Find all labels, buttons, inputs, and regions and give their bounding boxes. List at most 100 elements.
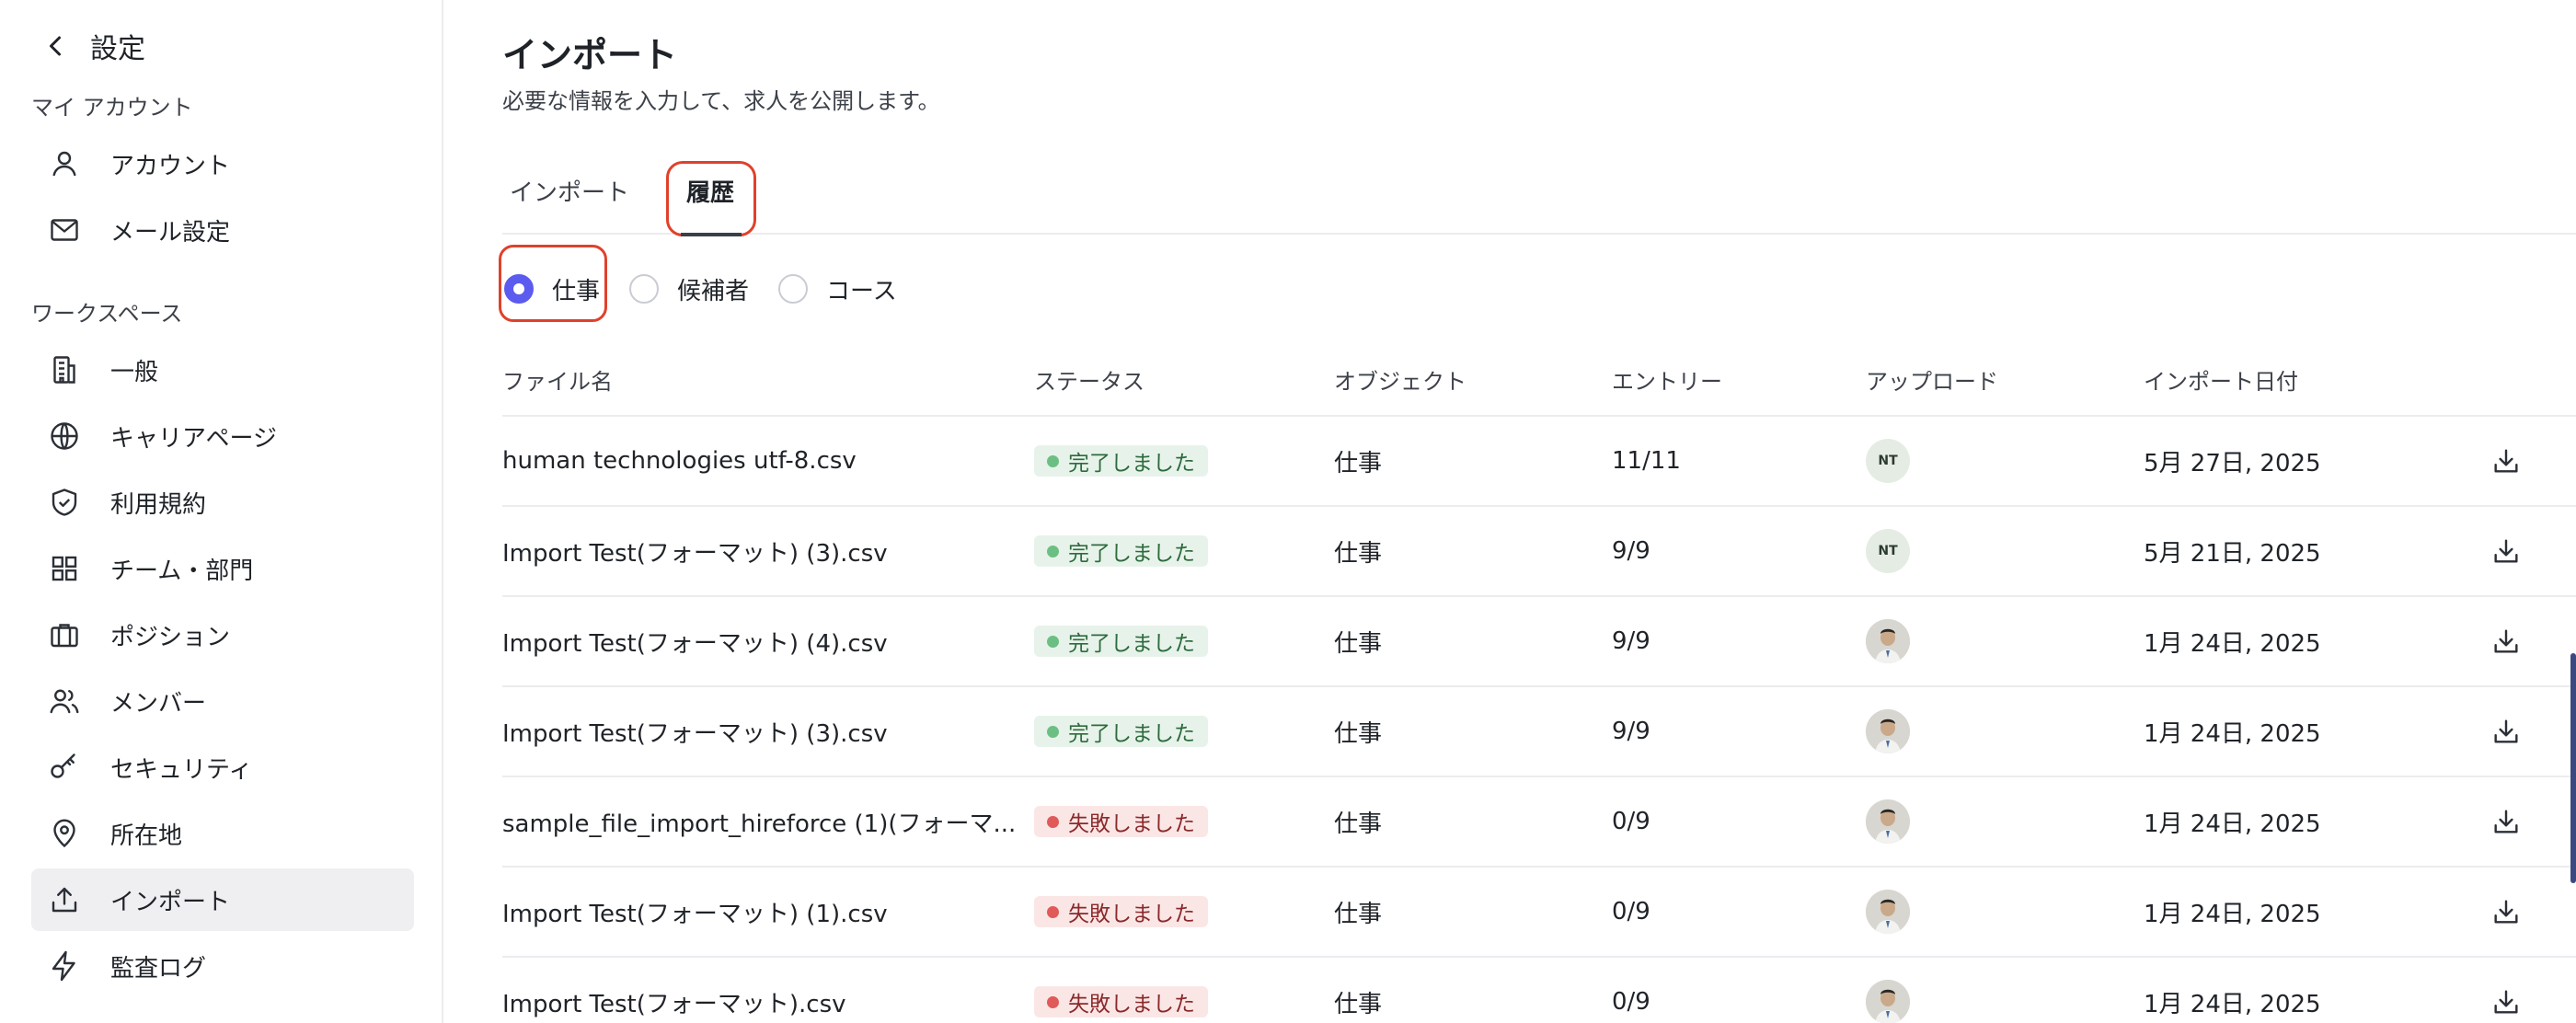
download-button[interactable] [2478,896,2534,927]
chevron-left-icon [50,36,61,56]
section-label-my-account: マイ アカウント [31,94,193,121]
entries-cell: 9/9 [1612,718,1650,745]
tab-bar: インポート 履歴 [502,143,2576,236]
users-icon [50,689,79,714]
sidebar-item-account[interactable]: アカウント [31,132,414,195]
import-date-cell: 1月 24日, 2025 [2144,990,2321,1018]
scrollbar-thumb[interactable] [2570,653,2576,883]
radio-job[interactable]: 仕事 [499,244,607,322]
avatar [1866,619,1910,663]
sidebar-item-terms[interactable]: 利用規約 [31,471,414,534]
mail-icon [51,219,78,241]
download-icon [2494,990,2518,1014]
tab-label: 履歴 [686,178,735,207]
import-history-table: ファイル名 ステータス オブジェクト エントリー アップロード インポート日付 … [502,343,2576,1023]
avatar: NT [1866,439,1910,483]
download-button[interactable] [2478,986,2534,1017]
section-label-workspace: ワークスペース [31,300,183,327]
column-header-upload: アップロード [1866,368,1998,395]
file-name: Import Test(フォーマット) (1).csv [502,900,888,928]
status-dot [1047,545,1059,557]
sidebar-item-label: 一般 [110,358,159,386]
sidebar-item-positions[interactable]: ポジション [31,603,414,666]
object-cell: 仕事 [1334,810,1383,838]
status-badge: 失敗しました [1034,806,1208,837]
entries-cell: 11/11 [1612,447,1681,475]
building-icon [53,356,75,384]
bolt-icon [52,950,75,982]
status-badge: 完了しました [1034,626,1208,657]
table-row: Import Test(フォーマット) (4).csv 完了しました 仕事 9/9 1月… [502,597,2576,687]
sidebar-item-members[interactable]: メンバー [31,670,414,732]
sidebar-item-teams[interactable]: チーム・部門 [31,537,414,600]
column-header-import-date: インポート日付 [2144,368,2298,395]
file-name: Import Test(フォーマット) (3).csv [502,539,888,568]
download-icon [2494,539,2518,563]
object-cell: 仕事 [1334,990,1383,1018]
user-icon [52,151,76,177]
sidebar-item-location[interactable]: 所在地 [31,802,414,865]
sidebar-item-security[interactable]: セキュリティ [31,736,414,799]
status-badge: 完了しました [1034,445,1208,477]
import-date-cell: 5月 27日, 2025 [2144,449,2321,477]
import-date-cell: 1月 24日, 2025 [2144,719,2321,748]
radio-course[interactable]: コース [778,272,897,306]
table-header: ファイル名 ステータス オブジェクト エントリー アップロード インポート日付 [502,343,2576,417]
sidebar-item-label: セキュリティ [110,755,253,784]
import-date-cell: 5月 21日, 2025 [2144,539,2321,568]
sidebar-item-label: メール設定 [110,218,231,247]
sidebar-item-mail-settings[interactable]: メール設定 [31,199,414,261]
file-name: Import Test(フォーマット) (3).csv [502,719,888,748]
sidebar-item-label: ポジション [110,623,231,651]
sidebar-item-label: 監査ログ [110,954,207,983]
file-name: sample_file_import_hireforce (1)(フォーマ... [502,810,1017,838]
file-name: human technologies utf-8.csv [502,447,857,475]
import-date-cell: 1月 24日, 2025 [2144,629,2321,658]
status-badge: 完了しました [1034,535,1208,567]
status-badge: 完了しました [1034,716,1208,747]
download-button[interactable] [2478,716,2534,747]
radio-label: コース [826,277,897,305]
sidebar-item-label: キャリアページ [110,424,277,453]
grid-icon [52,556,77,581]
entries-cell: 9/9 [1612,537,1650,565]
download-button[interactable] [2478,626,2534,657]
radio-candidate[interactable]: 候補者 [629,272,749,306]
tab-import[interactable]: インポート [502,143,637,235]
download-button[interactable] [2478,535,2534,567]
download-icon [2494,719,2518,743]
sidebar-item-label: インポート [110,888,231,916]
sidebar-item-audit-log[interactable]: 監査ログ [31,935,414,997]
globe-icon [51,422,78,450]
briefcase-icon [51,624,78,648]
sidebar-item-label: アカウント [110,152,231,180]
download-icon [2494,629,2518,653]
object-cell: 仕事 [1334,449,1383,477]
radio-circle[interactable] [778,274,809,304]
entries-cell: 0/9 [1612,898,1650,925]
sidebar-item-import[interactable]: インポート [31,868,414,931]
page-subtitle: 必要な情報を入力して、求人を公開します。 [502,88,940,114]
avatar [1866,799,1910,844]
sidebar-item-label: 所在地 [110,822,183,850]
radio-label: 候補者 [677,277,750,305]
download-button[interactable] [2478,806,2534,837]
sidebar-item-label: チーム・部門 [110,557,254,585]
tab-history[interactable]: 履歴 [666,143,757,236]
object-cell: 仕事 [1334,539,1383,568]
radio-circle[interactable] [629,274,660,304]
import-date-cell: 1月 24日, 2025 [2144,810,2321,838]
status-dot [1047,454,1059,467]
column-header-object: オブジェクト [1334,368,1466,395]
back-to-settings[interactable]: 設定 [31,24,410,68]
object-cell: 仕事 [1334,900,1383,928]
download-button[interactable] [2478,445,2534,477]
import-date-cell: 1月 24日, 2025 [2144,900,2321,928]
status-dot [1047,635,1059,648]
sidebar-item-career-page[interactable]: キャリアページ [31,405,414,467]
column-header-entries: エントリー [1612,368,1722,395]
avatar [1866,980,1910,1023]
download-icon [2494,810,2518,833]
sidebar-item-general[interactable]: 一般 [31,339,414,401]
highlight-box [499,244,607,322]
